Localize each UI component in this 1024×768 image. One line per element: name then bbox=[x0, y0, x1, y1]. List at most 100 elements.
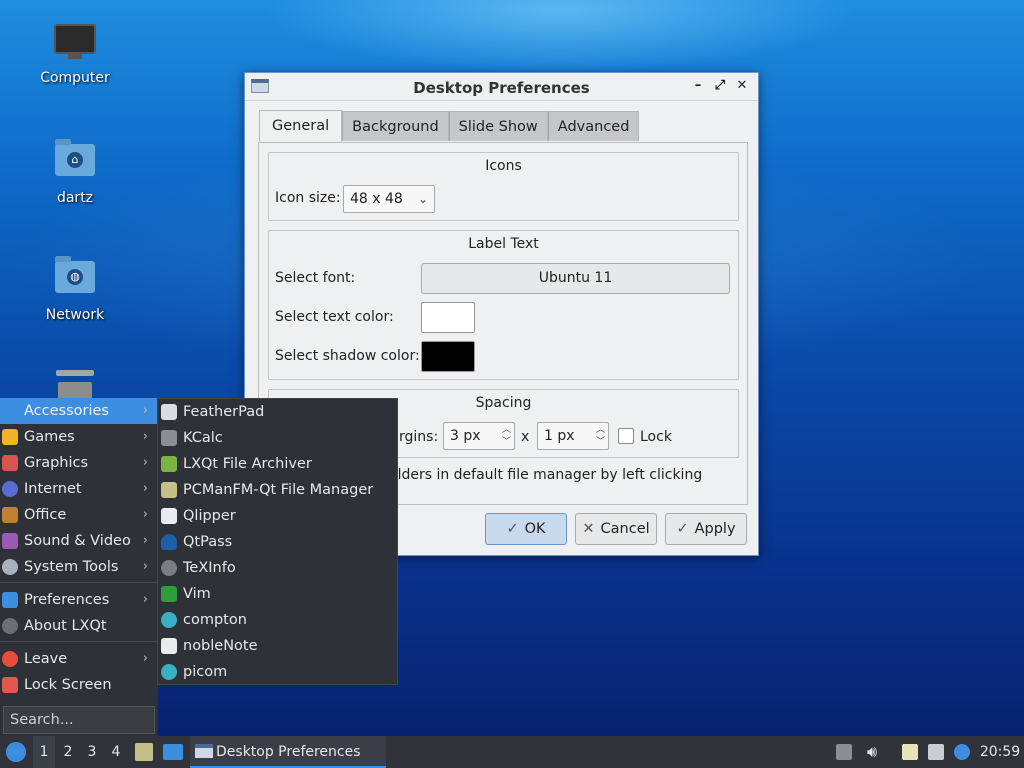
maximize-button[interactable]: ⤢ bbox=[712, 78, 728, 94]
chevron-right-icon: › bbox=[142, 592, 148, 607]
menu-category-system-tools[interactable]: System Tools › bbox=[0, 554, 158, 580]
submenu-item[interactable]: Vim bbox=[158, 581, 399, 607]
submenu-item[interactable]: FeatherPad bbox=[158, 399, 399, 425]
menu-category-sound-video[interactable]: Sound & Video › bbox=[0, 528, 158, 554]
icon-size-value: 48 x 48 bbox=[350, 191, 403, 207]
submenu-item[interactable]: PCManFM-Qt File Manager bbox=[158, 477, 399, 503]
dialog-title: Desktop Preferences bbox=[413, 79, 590, 97]
menu-separator bbox=[0, 582, 158, 583]
menu-category-office[interactable]: Office › bbox=[0, 502, 158, 528]
select-font-button[interactable]: Ubuntu 11 bbox=[421, 263, 730, 294]
margins-label: rgins: bbox=[399, 429, 439, 445]
qlipper-icon bbox=[161, 508, 177, 524]
text-color-button[interactable] bbox=[421, 302, 475, 333]
menu-lock-screen[interactable]: Lock Screen bbox=[0, 672, 158, 698]
task-desktop-preferences[interactable]: Desktop Preferences bbox=[190, 736, 386, 768]
shadow-color-button[interactable] bbox=[421, 341, 475, 372]
spin-arrows-icon[interactable]: ︿ ﹀ bbox=[596, 424, 605, 448]
chevron-right-icon: › bbox=[142, 403, 148, 418]
margin-y-value: 1 px bbox=[544, 428, 575, 444]
open-folders-option-text[interactable]: olders in default file manager by left c… bbox=[389, 467, 702, 483]
qtpass-icon bbox=[161, 534, 177, 550]
preferences-icon bbox=[2, 592, 18, 608]
apply-button[interactable]: ✓ Apply bbox=[665, 513, 747, 545]
workspace-3[interactable]: 3 bbox=[81, 736, 103, 768]
lxqt-logo-icon bbox=[6, 742, 26, 762]
submenu-item[interactable]: QtPass bbox=[158, 529, 399, 555]
tab-advanced[interactable]: Advanced bbox=[547, 111, 640, 141]
menu-category-games[interactable]: Games › bbox=[0, 424, 158, 450]
desktop-icon-computer[interactable]: Computer bbox=[25, 24, 125, 86]
menu-search-input[interactable]: Search... bbox=[3, 706, 155, 734]
menu-leave[interactable]: Leave › bbox=[0, 646, 158, 672]
icon-size-select[interactable]: 48 x 48 ⌄ bbox=[343, 185, 435, 213]
chevron-right-icon: › bbox=[142, 533, 148, 548]
vim-icon bbox=[161, 586, 177, 602]
menu-preferences[interactable]: Preferences › bbox=[0, 587, 158, 613]
clipboard-icon[interactable] bbox=[902, 744, 918, 760]
ok-button[interactable]: ✓ OK bbox=[485, 513, 567, 545]
text-color-label: Select text color: bbox=[275, 309, 394, 325]
update-notifier-icon[interactable] bbox=[954, 744, 970, 760]
dialog-titlebar[interactable]: Desktop Preferences – ⤢ ✕ bbox=[245, 73, 758, 101]
menu-separator bbox=[0, 641, 158, 642]
tab-general[interactable]: General bbox=[259, 110, 343, 142]
shadow-color-label: Select shadow color: bbox=[275, 348, 420, 364]
workspace-2[interactable]: 2 bbox=[57, 736, 79, 768]
chevron-right-icon: › bbox=[142, 481, 148, 496]
desktop-icon-network[interactable]: ◍ Network bbox=[25, 256, 125, 323]
network-status-icon[interactable] bbox=[928, 744, 944, 760]
spin-arrows-icon[interactable]: ︿ ﹀ bbox=[502, 424, 511, 448]
office-icon bbox=[2, 507, 18, 523]
submenu-item[interactable]: compton bbox=[158, 607, 399, 633]
show-desktop-icon[interactable] bbox=[163, 744, 183, 760]
select-font-label: Select font: bbox=[275, 270, 356, 286]
file-manager-icon bbox=[161, 482, 177, 498]
menu-category-graphics[interactable]: Graphics › bbox=[0, 450, 158, 476]
kcalc-icon bbox=[161, 430, 177, 446]
volume-icon[interactable]: 🔊︎ bbox=[860, 736, 884, 768]
start-menu-button[interactable] bbox=[4, 736, 28, 768]
label-text-group-title: Label Text bbox=[468, 236, 539, 252]
cancel-button[interactable]: ✕ Cancel bbox=[575, 513, 657, 545]
file-manager-launcher-icon[interactable] bbox=[135, 743, 153, 761]
clock[interactable]: 20:59 bbox=[978, 736, 1022, 768]
menu-category-accessories[interactable]: Accessories › bbox=[0, 398, 158, 424]
times-label: x bbox=[521, 429, 530, 445]
icon-size-label: Icon size: bbox=[275, 190, 341, 206]
submenu-item[interactable]: LXQt File Archiver bbox=[158, 451, 399, 477]
tab-slide-show[interactable]: Slide Show bbox=[448, 111, 548, 141]
icons-group-title: Icons bbox=[485, 158, 522, 174]
desktop-icon-label: dartz bbox=[56, 190, 94, 206]
lock-checkbox[interactable] bbox=[618, 428, 634, 444]
tab-background[interactable]: Background bbox=[342, 111, 449, 141]
system-tools-icon bbox=[2, 559, 18, 575]
lock-icon bbox=[2, 677, 18, 693]
noblenote-icon bbox=[161, 638, 177, 654]
close-button[interactable]: ✕ bbox=[734, 78, 750, 94]
desktop-icon-home-folder[interactable]: ⌂ dartz bbox=[25, 139, 125, 206]
label-text-group: Label Text Select font: Ubuntu 11 Select… bbox=[268, 230, 739, 380]
minimize-button[interactable]: – bbox=[690, 78, 706, 94]
submenu-item[interactable]: picom bbox=[158, 659, 399, 685]
submenu-item[interactable]: Qlipper bbox=[158, 503, 399, 529]
picom-icon bbox=[161, 664, 177, 680]
taskbar: 1 2 3 4 Desktop Preferences 🔊︎ 20:59 bbox=[0, 736, 1024, 768]
workspace-1[interactable]: 1 bbox=[33, 736, 55, 768]
workspace-4[interactable]: 4 bbox=[105, 736, 127, 768]
menu-about-lxqt[interactable]: About LXQt bbox=[0, 613, 158, 639]
chevron-right-icon: › bbox=[142, 559, 148, 574]
chevron-right-icon: › bbox=[142, 651, 148, 666]
chevron-right-icon: › bbox=[142, 507, 148, 522]
featherpad-icon bbox=[161, 404, 177, 420]
start-menu: Accessories › Games › Graphics › Interne… bbox=[0, 398, 158, 736]
network-folder-icon: ◍ bbox=[53, 256, 97, 301]
submenu-item[interactable]: KCalc bbox=[158, 425, 399, 451]
menu-category-internet[interactable]: Internet › bbox=[0, 476, 158, 502]
margin-x-spinbox[interactable]: 3 px ︿ ﹀ bbox=[443, 422, 515, 450]
cancel-x-icon: ✕ bbox=[582, 521, 595, 537]
submenu-item[interactable]: TeXInfo bbox=[158, 555, 399, 581]
submenu-item[interactable]: nobleNote bbox=[158, 633, 399, 659]
removable-media-icon[interactable] bbox=[836, 744, 852, 760]
margin-y-spinbox[interactable]: 1 px ︿ ﹀ bbox=[537, 422, 609, 450]
